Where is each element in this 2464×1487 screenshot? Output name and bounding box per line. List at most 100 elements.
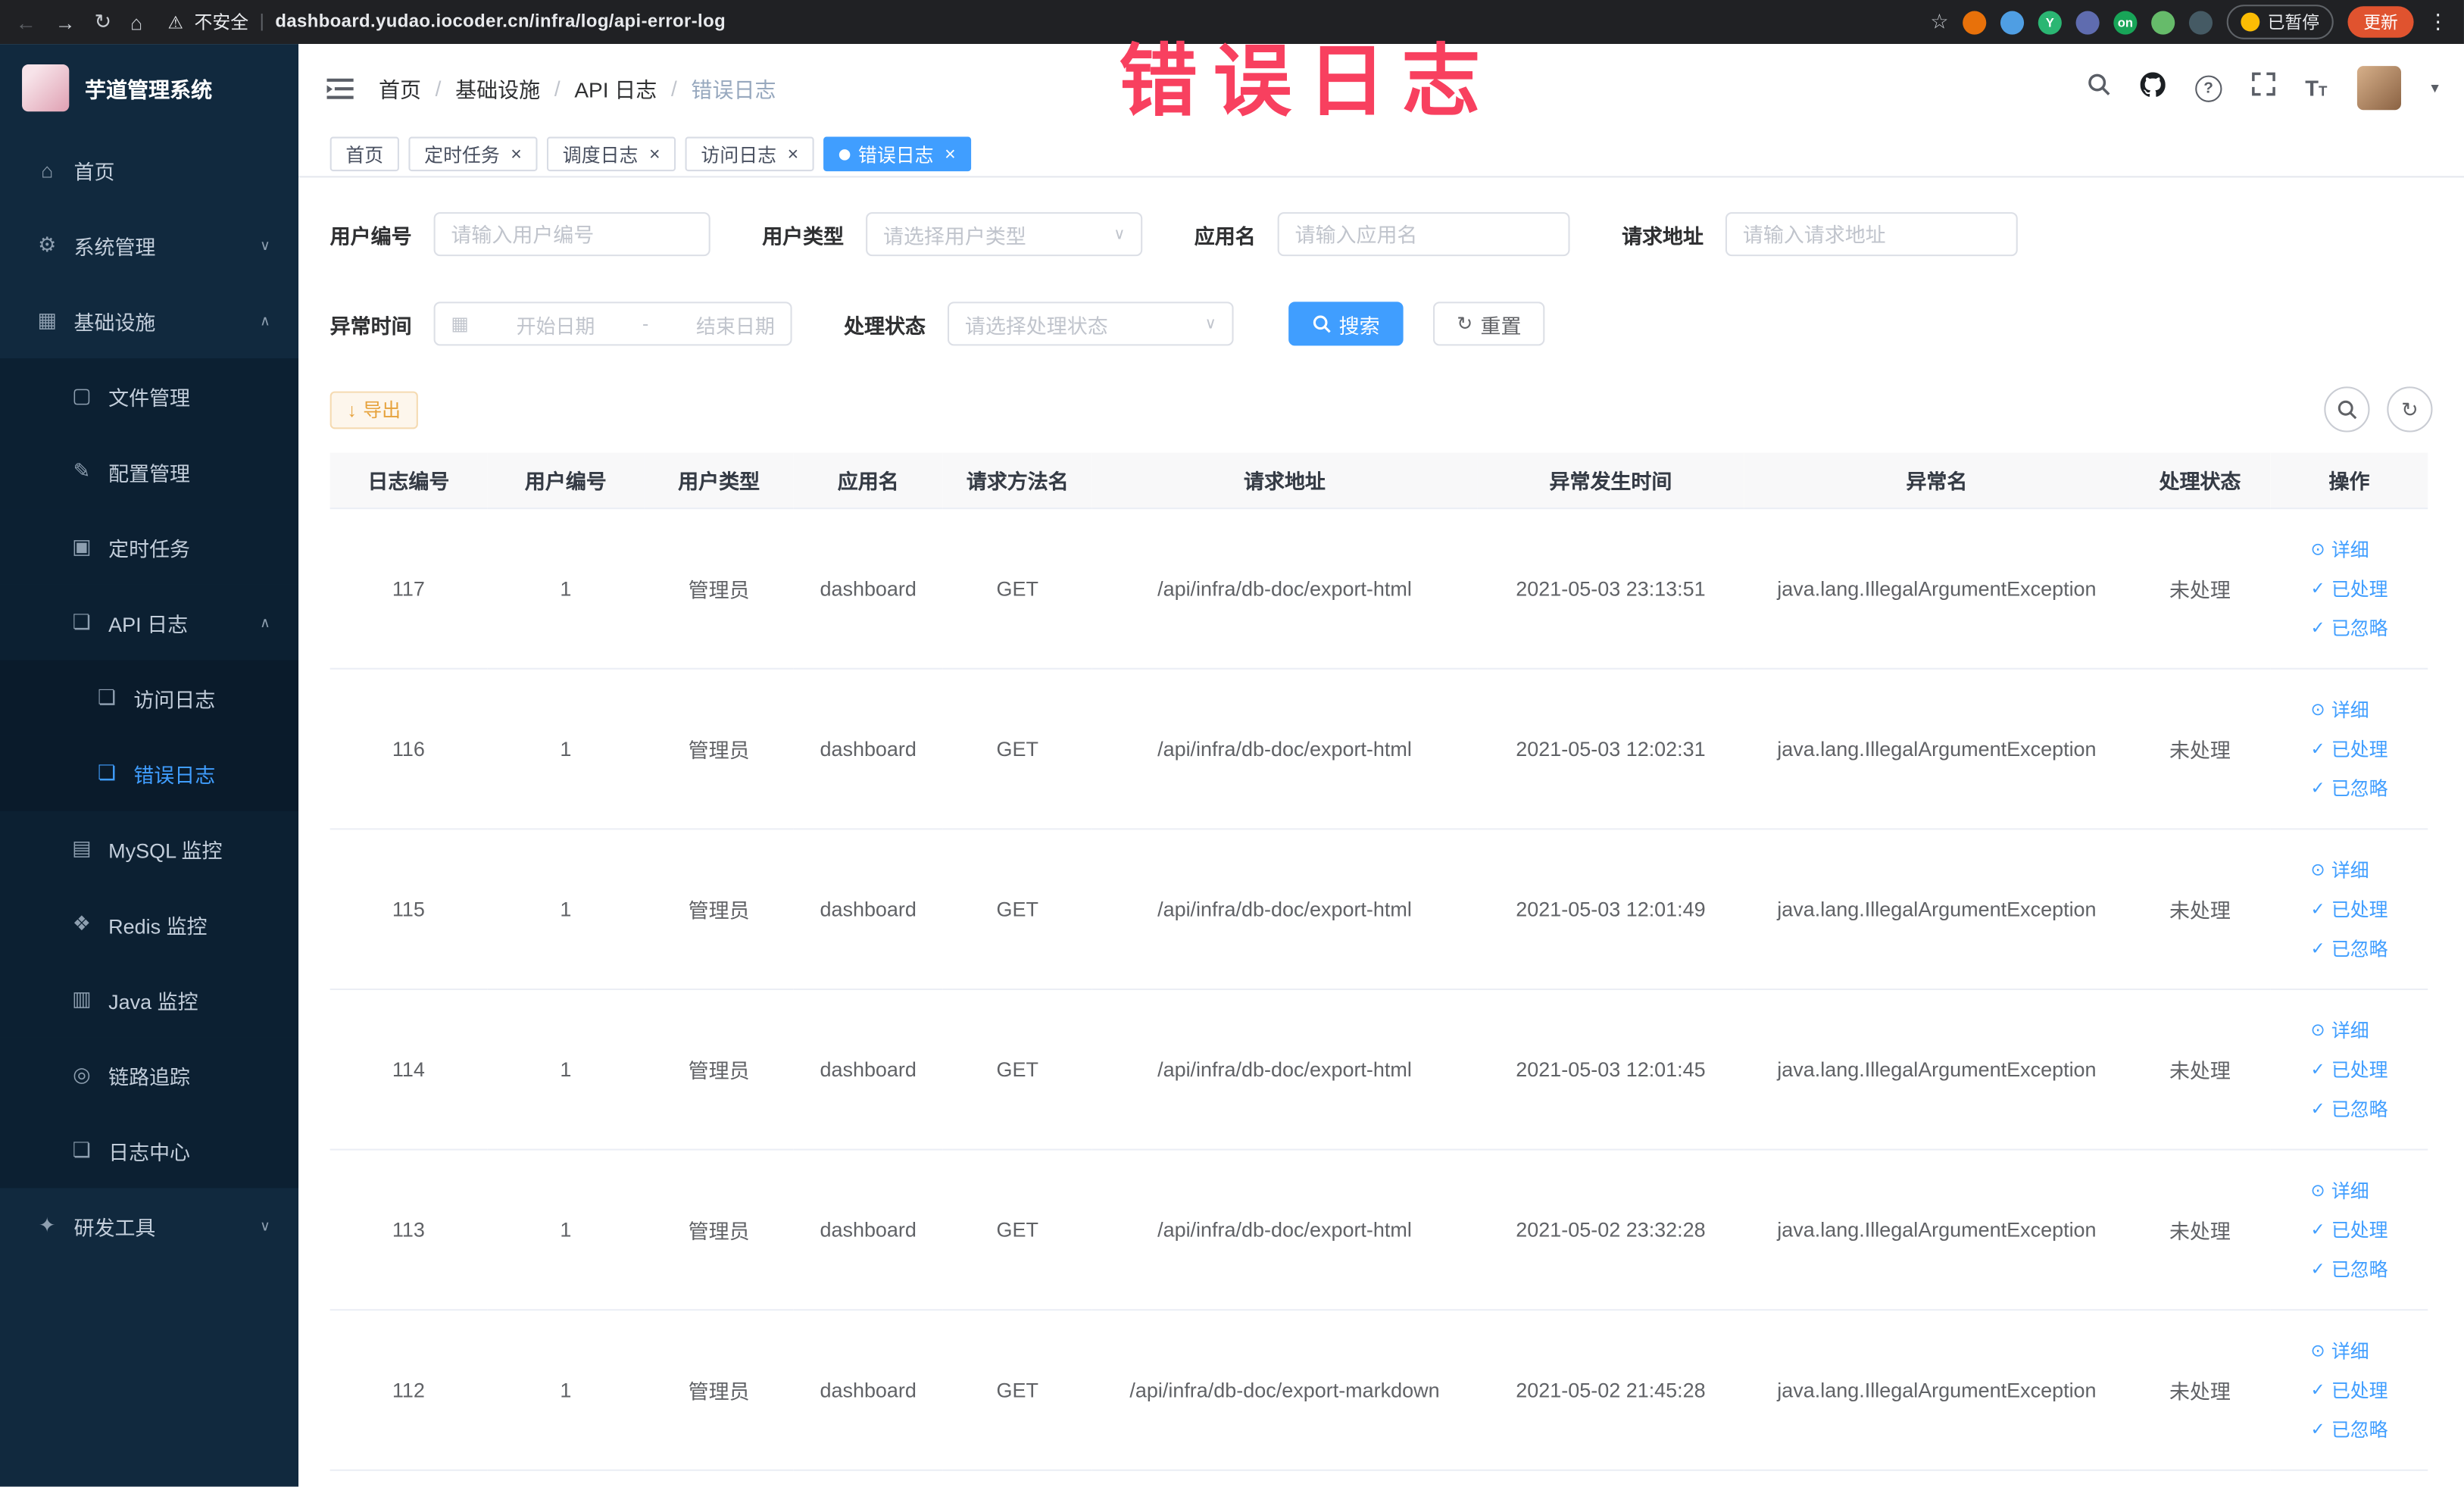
sidebar-item-dev-tools[interactable]: ✦ 研发工具 ∨ <box>0 1188 298 1264</box>
cell-actions: ⊙ 详细 ✓ 已处理 ✓ 已忽略 <box>2270 829 2428 990</box>
close-icon[interactable]: × <box>511 145 522 164</box>
tab-label: 调度日志 <box>562 143 639 166</box>
process-status-select[interactable]: 请选择处理状态 ∨ <box>948 301 1234 346</box>
help-icon[interactable]: ? <box>2195 74 2222 102</box>
bookmark-star-icon[interactable]: ☆ <box>1930 9 1948 34</box>
request-url-input[interactable] <box>1725 212 2018 257</box>
fullscreen-icon[interactable] <box>2251 72 2275 103</box>
action-processed-link[interactable]: ✓ 已处理 <box>2310 1050 2387 1089</box>
action-ignored-link[interactable]: ✓ 已忽略 <box>2310 768 2387 808</box>
sidebar-menu: ⌂ 首页 ⚙ 系统管理 ∨ ▦ 基础设施 ∧ ▢ 文件管理 ✎ 配置管理 ▣ 定时任务 ❏ API 日志 ∧ ❏ 访… <box>0 132 299 1264</box>
exception-time-range[interactable]: ▦ 开始日期 - 结束日期 <box>433 301 792 346</box>
action-ignored-link[interactable]: ✓ 已忽略 <box>2310 1249 2387 1289</box>
action-processed-link[interactable]: ✓ 已处理 <box>2310 1210 2387 1249</box>
extension-indigo[interactable] <box>2075 10 2100 34</box>
extension-blue[interactable] <box>2000 10 2025 34</box>
action-label: 详细 <box>2331 699 2369 722</box>
filter-label: 请求地址 <box>1622 223 1704 248</box>
java-icon: ▥ <box>72 986 92 1011</box>
cell-request-url: /api/infra/db-doc/export-html <box>1091 829 1478 990</box>
column-header-exception-name: 异常名 <box>1744 452 2130 510</box>
address-bar[interactable]: ⚠ 不安全 | dashboard.yudao.iocoder.cn/infra… <box>167 9 726 34</box>
toggle-search-button[interactable] <box>2324 386 2370 433</box>
action-detail-link[interactable]: ⊙ 详细 <box>2310 1331 2387 1370</box>
user-type-select[interactable]: 请选择用户类型 ∨ <box>866 212 1143 257</box>
action-detail-link[interactable]: ⊙ 详细 <box>2310 1171 2387 1211</box>
sidebar-item-java-monitor[interactable]: ▥ Java 监控 <box>0 961 299 1038</box>
tab-label: 访问日志 <box>701 143 777 166</box>
sidebar-item-scheduled-job[interactable]: ▣ 定时任务 <box>0 509 299 585</box>
close-icon[interactable]: × <box>788 145 799 164</box>
action-processed-link[interactable]: ✓ 已处理 <box>2310 1370 2387 1410</box>
forward-button[interactable]: → <box>55 10 76 33</box>
action-ignored-link[interactable]: ✓ 已忽略 <box>2310 929 2387 968</box>
extension-leaf[interactable] <box>2151 10 2175 34</box>
update-button[interactable]: 更新 <box>2347 6 2414 38</box>
search-button[interactable]: 搜索 <box>1288 301 1404 346</box>
home-button[interactable]: ⌂ <box>130 10 142 33</box>
sidebar-item-redis-monitor[interactable]: ❖ Redis 监控 <box>0 886 299 962</box>
action-ignored-link[interactable]: ✓ 已忽略 <box>2310 1089 2387 1129</box>
sidebar-item-log-center[interactable]: ❏ 日志中心 <box>0 1112 299 1189</box>
action-ignored-link[interactable]: ✓ 已忽略 <box>2310 1410 2387 1449</box>
breadcrumb-item[interactable]: API 日志 <box>574 72 657 103</box>
action-ignored-link[interactable]: ✓ 已忽略 <box>2310 608 2387 648</box>
sidebar-item-label: 研发工具 <box>73 1215 156 1239</box>
action-detail-link[interactable]: ⊙ 详细 <box>2310 1011 2387 1050</box>
sidebar-item-config-manage[interactable]: ✎ 配置管理 <box>0 433 299 510</box>
cell-user-type: 管理员 <box>644 829 794 990</box>
sidebar-item-infra[interactable]: ▦ 基础设施 ∧ <box>0 283 298 358</box>
user-avatar[interactable] <box>2356 66 2401 111</box>
action-detail-link[interactable]: ⊙ 详细 <box>2310 690 2387 729</box>
logo[interactable]: 芋道管理系统 <box>0 44 298 132</box>
action-processed-link[interactable]: ✓ 已处理 <box>2310 889 2387 929</box>
reload-button[interactable]: ↻ <box>94 9 111 34</box>
paused-badge[interactable]: 已暂停 <box>2226 5 2334 39</box>
breadcrumb-item[interactable]: 首页 <box>379 72 421 103</box>
tab-home[interactable]: 首页 <box>329 136 399 172</box>
close-icon[interactable]: × <box>649 145 661 164</box>
extension-orange[interactable] <box>1963 10 1987 34</box>
refresh-table-button[interactable]: ↻ <box>2387 386 2433 433</box>
extension-green-y[interactable]: Y <box>2038 10 2062 34</box>
close-icon[interactable]: × <box>945 145 956 164</box>
tab-job-log[interactable]: 调度日志 × <box>547 136 676 172</box>
reset-button[interactable]: ↻ 重置 <box>1433 301 1545 346</box>
extension-dark[interactable] <box>2188 10 2213 34</box>
tags-view: 首页 定时任务 × 调度日志 × 访问日志 × 错误日志 × <box>298 132 2464 178</box>
action-processed-link[interactable]: ✓ 已处理 <box>2310 569 2387 608</box>
user-id-input[interactable] <box>433 212 710 257</box>
tab-error-log[interactable]: 错误日志 × <box>823 136 972 172</box>
sidebar-item-api-log[interactable]: ❏ API 日志 ∧ <box>0 584 299 661</box>
action-processed-link[interactable]: ✓ 已处理 <box>2310 729 2387 769</box>
sidebar-item-system[interactable]: ⚙ 系统管理 ∨ <box>0 208 298 283</box>
hamburger-icon[interactable] <box>326 77 354 100</box>
sidebar-item-mysql-monitor[interactable]: ▤ MySQL 监控 <box>0 811 299 887</box>
action-label: 已忽略 <box>2331 1098 2388 1121</box>
search-icon[interactable] <box>2087 72 2110 103</box>
app-name-input[interactable] <box>1277 212 1570 257</box>
cell-app-name: dashboard <box>793 1149 943 1311</box>
chevron-up-icon: ∧ <box>260 311 270 328</box>
sidebar-item-trace[interactable]: ◎ 链路追踪 <box>0 1037 299 1113</box>
cell-app-name: dashboard <box>793 508 943 670</box>
tab-scheduled-job[interactable]: 定时任务 × <box>408 136 538 172</box>
cell-user-id: 1 <box>487 508 645 670</box>
font-size-icon[interactable]: TT <box>2305 76 2327 101</box>
extension-on-badge[interactable]: on <box>2113 10 2138 34</box>
check-icon: ✓ <box>2310 779 2325 798</box>
cell-user-type: 管理员 <box>644 668 794 830</box>
export-button[interactable]: ↓ 导出 <box>329 390 418 429</box>
sidebar-item-home[interactable]: ⌂ 首页 <box>0 132 298 208</box>
action-detail-link[interactable]: ⊙ 详细 <box>2310 530 2387 569</box>
sidebar-item-file-manage[interactable]: ▢ 文件管理 <box>0 358 299 434</box>
github-icon[interactable] <box>2140 71 2166 105</box>
chevron-down-icon[interactable]: ▾ <box>2431 80 2438 97</box>
back-button[interactable]: ← <box>16 10 36 33</box>
sidebar-item-access-log[interactable]: ❏ 访问日志 <box>0 660 299 736</box>
tab-access-log[interactable]: 访问日志 × <box>685 136 814 172</box>
action-detail-link[interactable]: ⊙ 详细 <box>2310 850 2387 889</box>
breadcrumb-item[interactable]: 基础设施 <box>455 72 540 103</box>
browser-menu-icon[interactable]: ⋮ <box>2428 9 2448 34</box>
sidebar-item-error-log[interactable]: ❏ 错误日志 <box>0 735 299 811</box>
